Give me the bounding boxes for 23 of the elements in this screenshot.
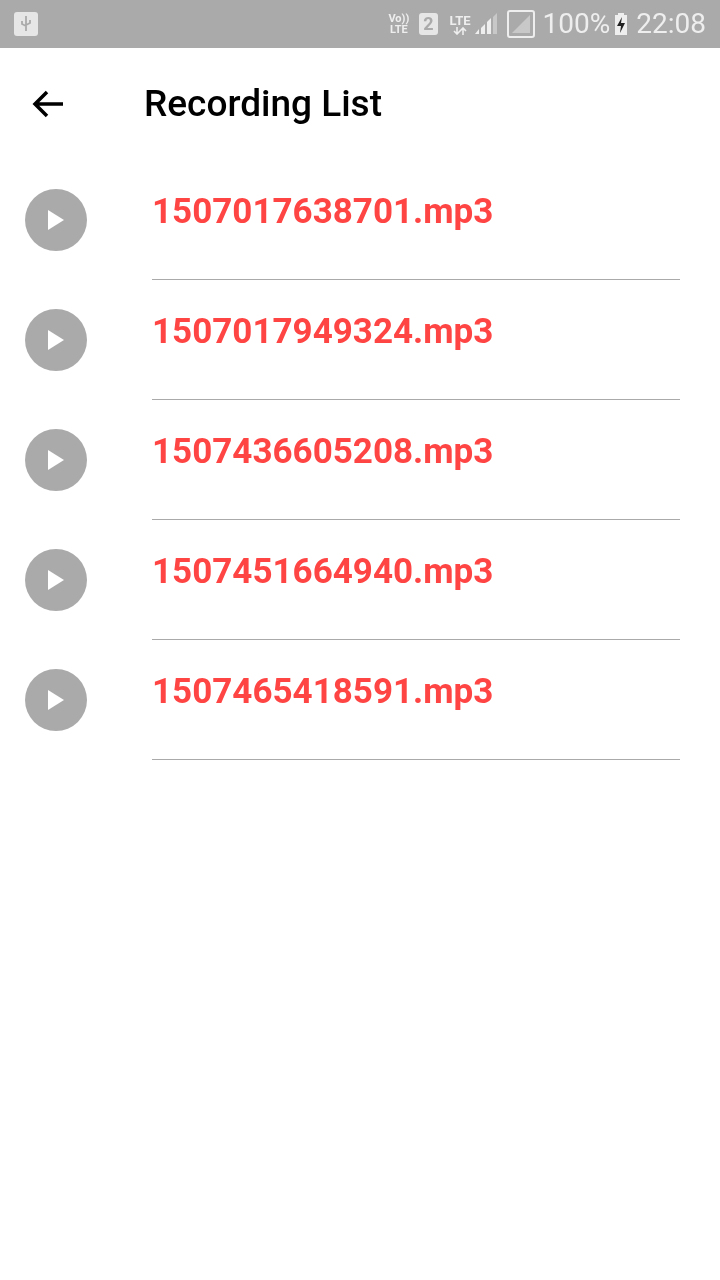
sim-badge: 2 [419, 13, 438, 35]
battery-percentage: 100% [542, 10, 611, 38]
recording-name[interactable]: 1507451664940.mp3 [152, 550, 680, 594]
play-icon [47, 569, 65, 591]
clock: 22:08 [636, 10, 706, 38]
data-arrows-icon [453, 26, 468, 35]
screen-title: Recording List [144, 81, 382, 128]
play-icon [47, 449, 65, 471]
recording-name[interactable]: 1507017949324.mp3 [152, 310, 680, 354]
play-icon [47, 329, 65, 351]
recording-name[interactable]: 1507436605208.mp3 [152, 430, 680, 474]
battery-charging-icon [614, 12, 629, 36]
recording-name[interactable]: 1507465418591.mp3 [152, 670, 680, 714]
volte-label: Vo)) [388, 13, 410, 24]
back-arrow-icon [31, 89, 65, 119]
play-icon [47, 689, 65, 711]
recording-name[interactable]: 1507017638701.mp3 [152, 190, 680, 234]
no-sim-signal-icon [506, 10, 535, 38]
network-label: LTE [449, 13, 471, 27]
volte-label: LTE [389, 24, 408, 35]
signal-icon [472, 12, 497, 36]
play-icon [47, 209, 65, 231]
usb-icon [14, 12, 38, 36]
